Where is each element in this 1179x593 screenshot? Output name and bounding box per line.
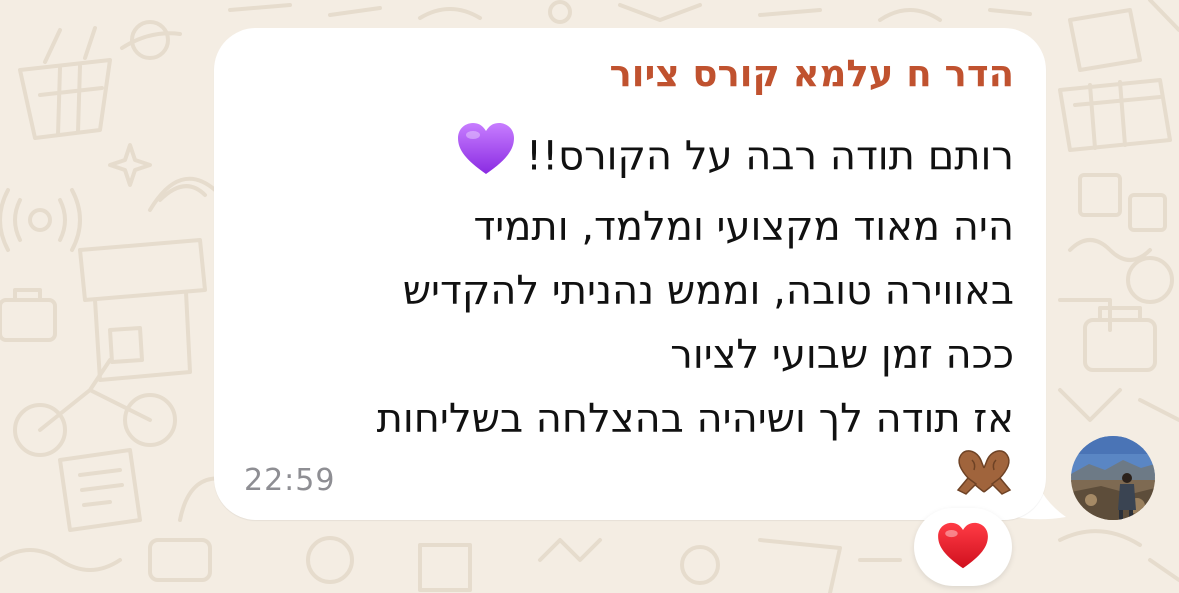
red-heart-icon	[936, 522, 990, 574]
purple-heart-icon	[456, 122, 516, 195]
heart-hands-icon	[954, 446, 1014, 498]
message-line: היה מאוד מקצועי ומלמד, ותמיד	[473, 204, 1014, 250]
reaction-badge[interactable]	[914, 508, 1012, 586]
message-timestamp: 22:59	[244, 463, 336, 498]
message-text: רותם תודה רבה על הקורס!! היה מאוד מקצועי…	[377, 122, 1014, 451]
message-line: אז תודה לך ושיהיה בהצלחה בשליחות	[376, 396, 1014, 442]
message-bubble[interactable]: הדר ח עלמא קורס ציור רותם תודה רבה על הק…	[214, 28, 1046, 520]
sender-avatar[interactable]	[1071, 436, 1155, 520]
message-line: רותם תודה רבה על הקורס!!	[377, 122, 1014, 195]
message-line: ככה זמן שבועי לציור	[670, 332, 1014, 378]
sender-name[interactable]: הדר ח עלמא קורס ציור	[609, 52, 1014, 95]
message-line: באווירה טובה, וממש נהניתי להקדיש	[402, 268, 1014, 314]
